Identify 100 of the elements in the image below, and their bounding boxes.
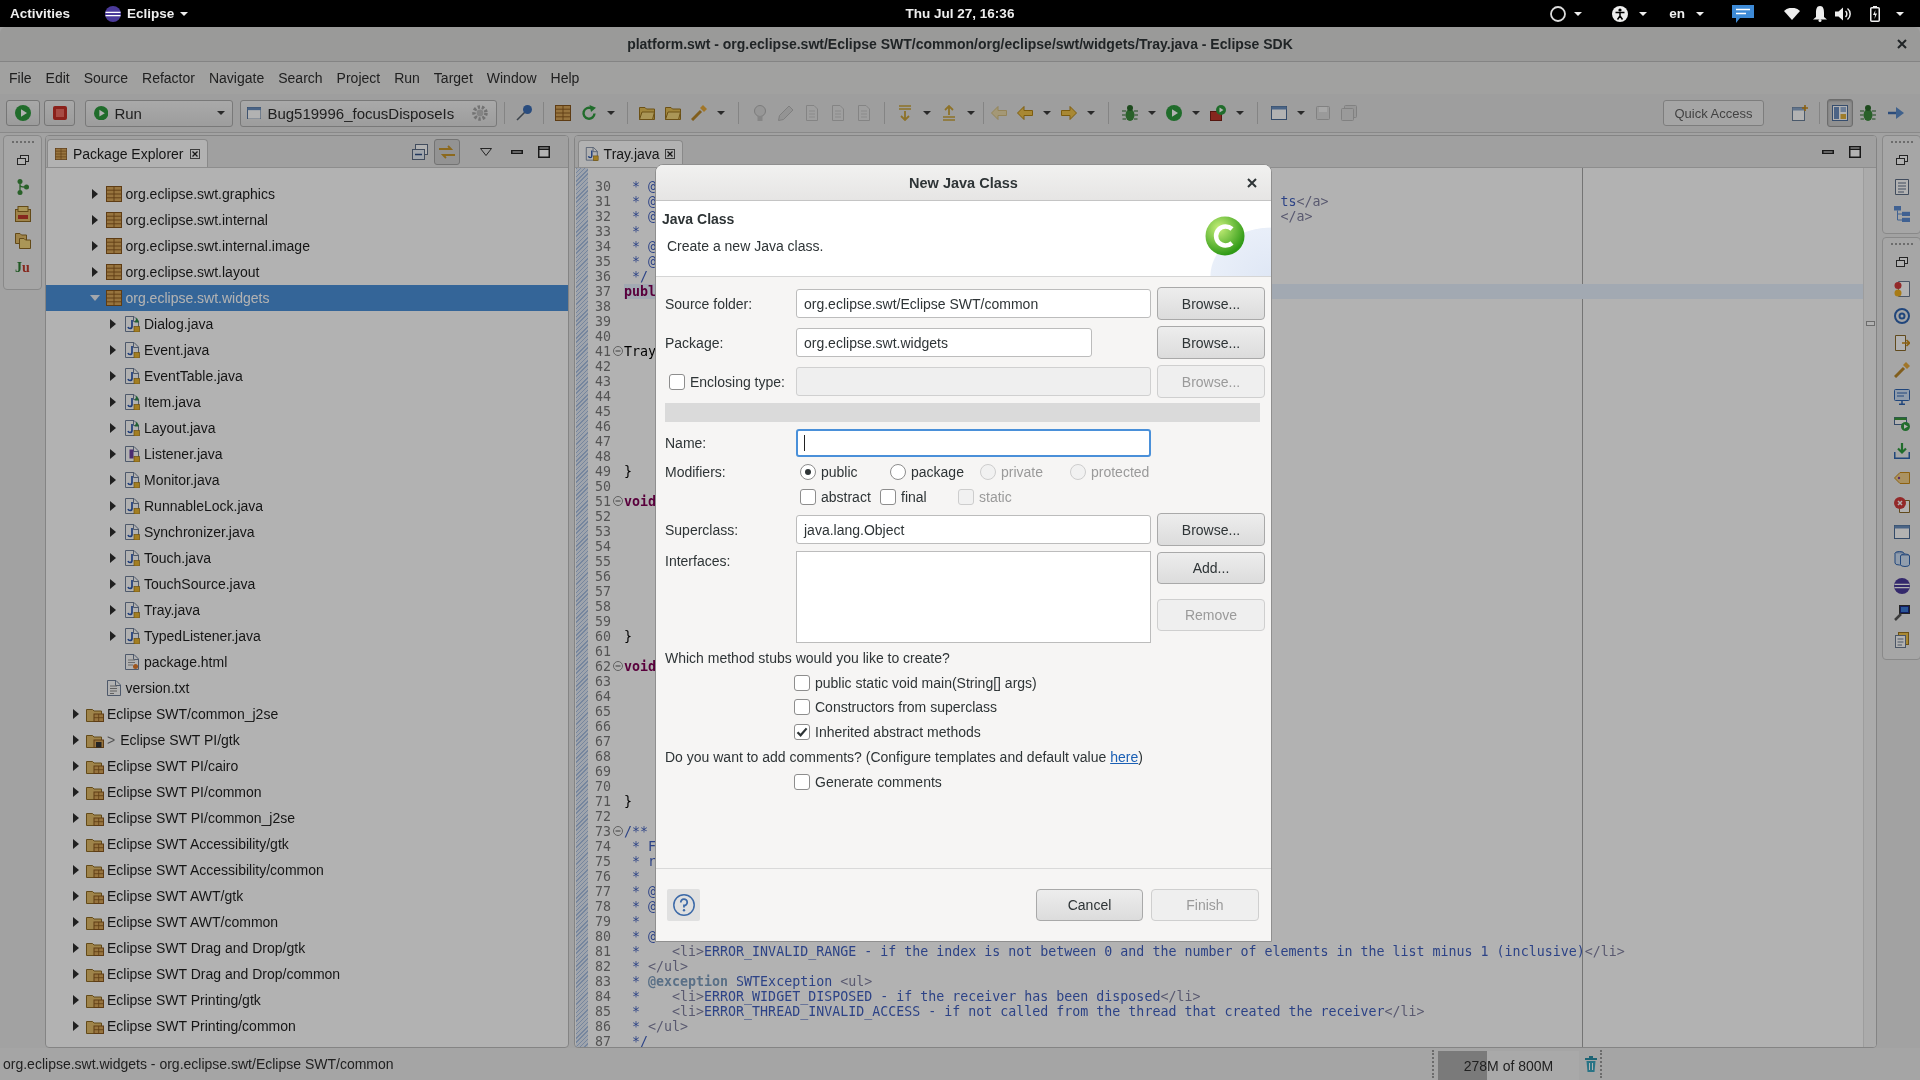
expand-arrow-icon[interactable] (73, 839, 79, 849)
radio-button[interactable] (800, 464, 816, 480)
expand-arrow-icon[interactable] (73, 865, 79, 875)
tree-item[interactable]: TouchSource.java (46, 571, 568, 597)
window-icon[interactable] (1271, 106, 1287, 120)
window-icon[interactable] (1893, 524, 1910, 539)
help-button[interactable] (667, 889, 700, 921)
option-label[interactable]: abstract (821, 489, 871, 505)
fold-icon[interactable] (612, 826, 623, 836)
expand-arrow-icon[interactable] (91, 189, 98, 199)
play-icon[interactable] (1166, 105, 1182, 121)
expand-arrow-icon[interactable] (73, 709, 79, 719)
folders-icon[interactable] (14, 232, 31, 249)
restore-icon[interactable] (16, 154, 29, 165)
superclass-field[interactable]: java.lang.Object (796, 515, 1151, 544)
close-icon[interactable] (1247, 177, 1257, 188)
tree-item[interactable]: Eclipse SWT Drag and Drop/gtk (46, 935, 568, 961)
tree-item[interactable]: version.txt (46, 675, 568, 701)
expand-arrow-icon[interactable] (91, 241, 98, 251)
checkbox[interactable] (800, 489, 816, 505)
expand-arrow-icon[interactable] (73, 1021, 79, 1031)
expand-arrow-icon[interactable] (110, 475, 116, 485)
templates-link[interactable]: here (1110, 749, 1139, 765)
tree-item[interactable]: RunnableLock.java (46, 493, 568, 519)
option-label[interactable]: public (821, 464, 858, 480)
expand-arrow-icon[interactable] (73, 787, 79, 797)
clipboard-icon[interactable] (1894, 631, 1909, 648)
expand-arrow-icon[interactable] (73, 917, 79, 927)
menu-item[interactable]: Target (426, 70, 480, 86)
menu-item[interactable]: Search (271, 70, 330, 86)
collapse-icon[interactable] (412, 143, 428, 160)
fold-icon[interactable] (612, 496, 623, 506)
checkbox-label[interactable]: Generate comments (815, 774, 942, 790)
tree-item[interactable]: Dialog.java (46, 311, 568, 337)
tree-item[interactable]: Eclipse SWT Drag and Drop/common (46, 961, 568, 987)
chat-icon[interactable] (1732, 4, 1754, 23)
screen-icon[interactable] (1893, 604, 1910, 621)
checkbox[interactable] (669, 373, 685, 390)
minimize-icon[interactable] (511, 149, 523, 154)
folder-icon[interactable] (639, 106, 655, 120)
expand-arrow-icon[interactable] (110, 319, 116, 329)
tree-item[interactable]: Event.java (46, 337, 568, 363)
expand-arrow-icon[interactable] (110, 397, 116, 407)
editor-tab[interactable]: Tray.java (578, 140, 683, 167)
add-button[interactable]: Add... (1157, 552, 1265, 584)
battery-icon[interactable] (1870, 5, 1880, 22)
run-config-dropdown[interactable]: Run (85, 99, 233, 127)
expand-arrow-icon[interactable] (110, 371, 116, 381)
menu-item[interactable]: Help (543, 70, 587, 86)
package-field[interactable]: org.eclipse.swt.widgets (796, 328, 1092, 357)
menu-item[interactable]: Project (329, 70, 388, 86)
bell-icon[interactable] (1813, 5, 1827, 22)
perspective-button[interactable] (1827, 99, 1853, 127)
tree-item[interactable]: TypedListener.java (46, 623, 568, 649)
tree-item[interactable]: Layout.java (46, 415, 568, 441)
restore-icon[interactable] (1895, 256, 1908, 267)
tree-item[interactable]: Tray.java (46, 597, 568, 623)
tree-item[interactable]: Eclipse SWT AWT/common (46, 909, 568, 935)
toolbox-icon[interactable] (1210, 105, 1226, 121)
tree-item[interactable]: Eclipse SWT PI/cairo (46, 753, 568, 779)
expand-arrow-icon[interactable] (110, 423, 116, 433)
expand-arrow-icon[interactable] (110, 449, 116, 459)
tree-item[interactable]: Eclipse SWT PI/common (46, 779, 568, 805)
tree-item[interactable]: Synchronizer.java (46, 519, 568, 545)
heap-meter[interactable]: 278M of 800M (1438, 1051, 1579, 1080)
expand-arrow-icon[interactable] (91, 215, 98, 225)
menu-item[interactable]: Edit (38, 70, 77, 86)
play-panel-icon[interactable] (1893, 416, 1910, 431)
download-icon[interactable] (1893, 442, 1910, 459)
browse-button[interactable]: Browse... (1157, 326, 1265, 359)
rings-icon[interactable] (1893, 307, 1910, 324)
toggle-button[interactable] (434, 138, 460, 165)
expand-arrow-icon[interactable] (110, 605, 116, 615)
volume-icon[interactable] (1835, 6, 1851, 21)
stop-button[interactable] (44, 100, 75, 126)
tree-item[interactable]: Eclipse SWT Printing/gtk (46, 987, 568, 1013)
folder-icon[interactable] (665, 106, 681, 120)
status-ring-icon[interactable] (1550, 5, 1567, 22)
crate-icon[interactable] (14, 205, 31, 222)
expand-arrow-icon[interactable] (73, 969, 79, 979)
tree-item[interactable]: Monitor.java (46, 467, 568, 493)
expand-arrow-icon[interactable] (73, 761, 79, 771)
page-arrow-icon[interactable] (1893, 334, 1910, 351)
tree-item[interactable]: Listener.java (46, 441, 568, 467)
browse-button[interactable]: Browse... (1157, 287, 1265, 320)
tree-item[interactable]: org.eclipse.swt.internal.image (46, 233, 568, 259)
wifi-icon[interactable] (1784, 7, 1800, 20)
close-icon[interactable] (1897, 39, 1907, 49)
fold-icon[interactable] (612, 346, 623, 356)
document-icon[interactable] (1894, 178, 1909, 195)
tree-item[interactable]: Item.java (46, 389, 568, 415)
branch-icon[interactable] (16, 178, 29, 195)
alert-page-icon[interactable] (1893, 280, 1910, 297)
name-field[interactable] (796, 429, 1151, 457)
expand-arrow-icon[interactable] (73, 813, 79, 823)
trash-icon[interactable] (1584, 1056, 1597, 1072)
checkbox-label[interactable]: Constructors from superclass (815, 699, 998, 715)
bug-icon[interactable] (1122, 105, 1138, 121)
menu-item[interactable]: Refactor (135, 70, 202, 86)
tree-item[interactable]: Eclipse SWT Accessibility/gtk (46, 831, 568, 857)
